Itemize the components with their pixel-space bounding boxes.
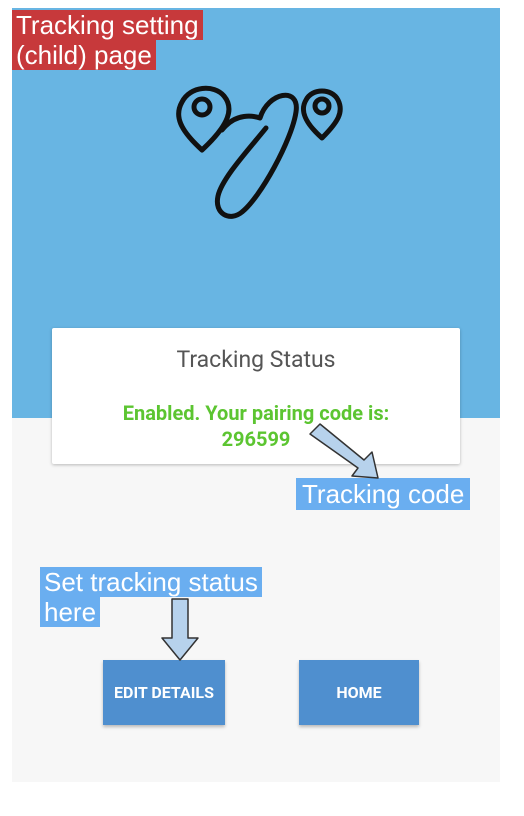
tracking-status-card: Tracking Status Enabled. Your pairing co… — [52, 328, 460, 464]
annotation-line: here — [40, 597, 101, 627]
set-status-annotation: Set tracking status here — [40, 567, 262, 627]
page-annotation-label: Tracking setting (child) page — [12, 10, 203, 70]
annotation-line: (child) page — [12, 40, 156, 70]
down-arrow-icon — [161, 598, 199, 661]
diagonal-arrow-icon — [309, 423, 379, 479]
edit-details-button[interactable]: EDIT DETAILS — [103, 660, 225, 725]
route-logo-icon — [176, 85, 343, 219]
card-title: Tracking Status — [176, 346, 336, 373]
annotation-line: Tracking setting — [12, 10, 203, 40]
home-button[interactable]: HOME — [299, 660, 419, 725]
annotation-line: Set tracking status — [40, 567, 262, 597]
app-screen: Tracking Status Enabled. Your pairing co… — [12, 8, 500, 782]
